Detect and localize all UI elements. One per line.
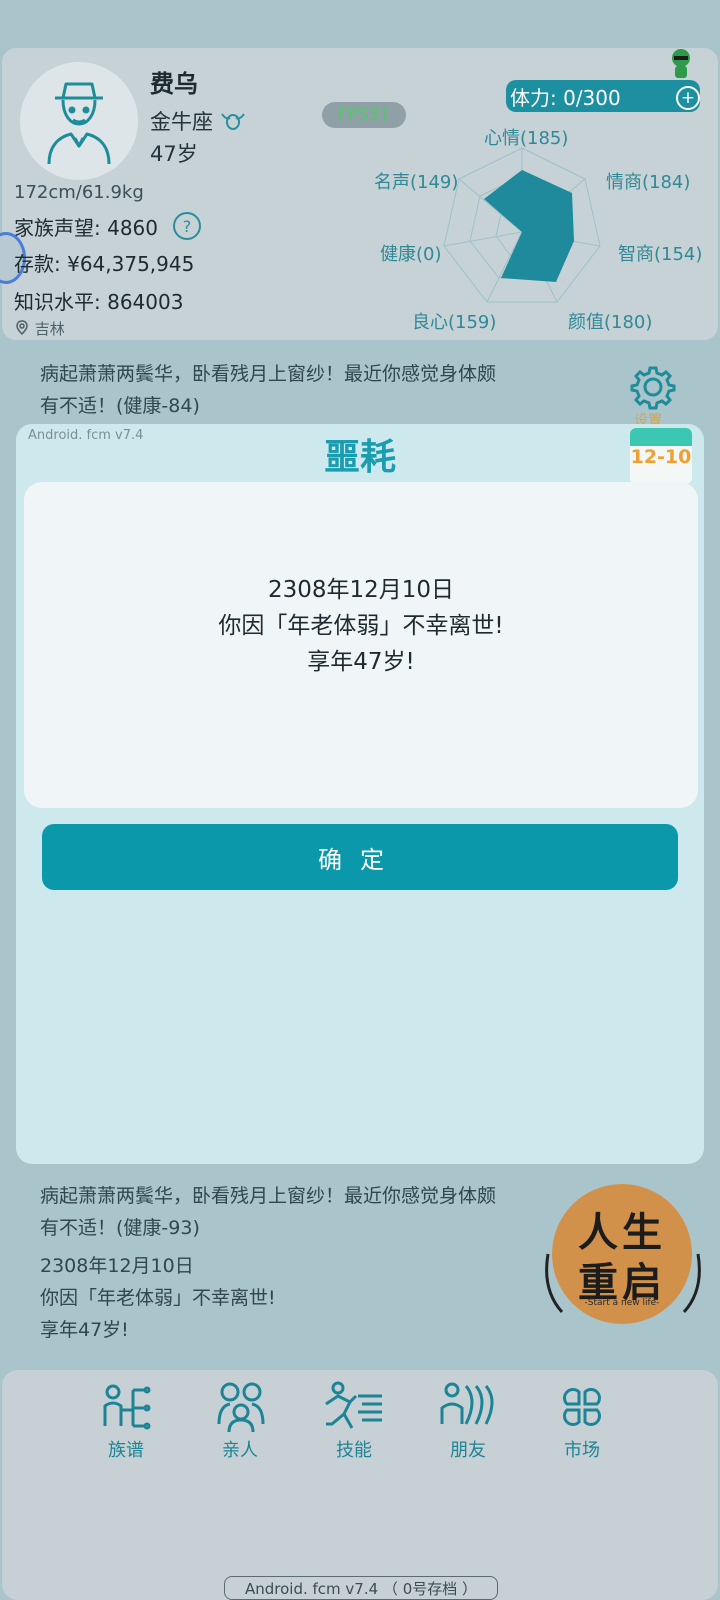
avatar-man-icon: [47, 82, 111, 165]
family-fame: 家族声望: 4860: [14, 216, 158, 240]
friends-icon: [440, 1382, 494, 1425]
nav-friends[interactable]: 朋友: [418, 1380, 518, 1462]
character-age: 47岁: [150, 142, 198, 166]
radar-label-health: 健康(0): [380, 244, 442, 265]
knowledge-level: 知识水平: 864003: [14, 290, 184, 314]
nav-label: 亲人: [222, 1440, 258, 1461]
gear-icon: [630, 366, 676, 410]
radar-label-fame: 名声(149): [374, 172, 459, 193]
radar-label-conscience: 良心(159): [412, 312, 497, 333]
bull-icon: [220, 113, 245, 130]
laurel-left-icon: [545, 1253, 564, 1314]
relatives-icon: [217, 1382, 265, 1433]
radar-label-iq: 智商(154): [618, 244, 703, 265]
location-label: 吉林: [34, 320, 65, 338]
laurel-right-icon: [682, 1253, 701, 1314]
attribute-radar: 心情(185) 情商(184) 智商(154) 颜值(180) 良心(159) …: [360, 118, 720, 340]
radar-label-mood: 心情(185): [484, 128, 569, 149]
restart-subtitle: -Start a new life-: [584, 1298, 660, 1308]
dialog-date: 2308年12月10日: [267, 577, 455, 603]
log-line: 你因「年老体弱」不幸离世!: [40, 1287, 276, 1309]
nav-skills[interactable]: 技能: [304, 1380, 404, 1462]
savings: 存款: ¥64,375,945: [14, 252, 195, 276]
avatar[interactable]: [20, 62, 138, 180]
radar-label-eq: 情商(184): [606, 172, 691, 193]
nav-relatives[interactable]: 亲人: [190, 1380, 290, 1462]
nav-label: 朋友: [450, 1440, 486, 1461]
log-line: 有不适！(健康-84): [40, 395, 200, 417]
location: 吉林: [14, 318, 65, 339]
character-name: 费乌: [150, 70, 198, 98]
mascot-icon[interactable]: [668, 48, 694, 80]
version-save-slot: Android. fcm v7.4 （ 0号存档 ）: [224, 1576, 498, 1600]
dialog-cause: 你因「年老体弱」不幸离世!: [218, 613, 504, 639]
stamina-label: 体力: 0/300: [510, 85, 621, 110]
height-weight: 172cm/61.9kg: [14, 182, 144, 203]
family-tree-icon: [103, 1384, 151, 1430]
nav-label: 市场: [564, 1440, 600, 1461]
nav-label: 技能: [336, 1440, 372, 1461]
confirm-button[interactable]: 确定: [42, 824, 678, 890]
location-pin-icon: [16, 320, 28, 336]
log-line: 病起萧萧两鬓华，卧看残月上窗纱！最近你感觉身体颇: [40, 363, 497, 385]
radar-value-shape: [484, 170, 574, 282]
add-stamina-icon[interactable]: +: [676, 86, 700, 110]
help-icon[interactable]: ?: [173, 212, 201, 240]
stamina-bar[interactable]: 体力: 0/300: [506, 80, 700, 112]
log-line: 有不适！(健康-93): [40, 1217, 200, 1239]
calendar-date: 12-10: [630, 446, 692, 468]
calendar-icon: [630, 428, 692, 446]
nav-label: 族谱: [108, 1440, 144, 1461]
dialog-title: 噩耗: [323, 437, 396, 478]
settings-button[interactable]: [630, 364, 676, 410]
radar-label-looks: 颜值(180): [568, 312, 653, 333]
log-line: 2308年12月10日: [40, 1255, 194, 1277]
log-line: 享年47岁!: [40, 1319, 129, 1341]
nav-family-tree[interactable]: 族谱: [76, 1380, 176, 1462]
zodiac-row: 金牛座: [150, 106, 246, 136]
nav-market[interactable]: 市场: [532, 1380, 632, 1462]
skills-icon: [325, 1381, 382, 1429]
log-line: 病起萧萧两鬓华，卧看残月上窗纱！最近你感觉身体颇: [40, 1185, 497, 1207]
zodiac-label: 金牛座: [150, 110, 213, 134]
dialog-age: 享年47岁!: [307, 649, 415, 675]
calendar-button[interactable]: 12-10: [630, 428, 692, 484]
market-icon: [563, 1388, 601, 1426]
